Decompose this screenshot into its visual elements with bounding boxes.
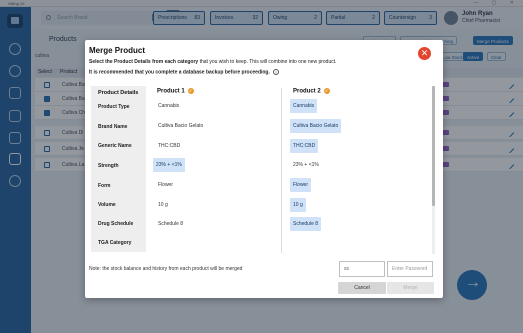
product-type-label: Product Type bbox=[98, 104, 130, 110]
product-2-schedule-option[interactable]: Schedule 8 bbox=[290, 217, 322, 231]
brand-name-label: Brand Name bbox=[98, 124, 128, 130]
volume-label: Volume bbox=[98, 202, 116, 208]
product-2-strength-option[interactable]: 23% + <1% bbox=[290, 158, 322, 172]
product-1-volume-option[interactable]: 10 g bbox=[155, 198, 171, 212]
product-1-generic-option[interactable]: THC:CBD bbox=[155, 139, 183, 153]
password-input[interactable]: Enter Password bbox=[387, 261, 433, 277]
scrollbar-thumb[interactable] bbox=[432, 86, 435, 206]
close-icon: ✕ bbox=[420, 48, 429, 58]
product-2-volume-option[interactable]: 10 g bbox=[290, 198, 306, 212]
product-2-tga-option[interactable] bbox=[290, 237, 296, 251]
product-1-schedule-option[interactable]: Schedule 8 bbox=[155, 217, 186, 231]
strength-label: Strength bbox=[98, 163, 119, 169]
product-2-generic-option[interactable]: THC:CBD bbox=[290, 139, 319, 153]
product-1-tga-option[interactable] bbox=[155, 237, 161, 251]
product-1-header: Product 1 ✓ bbox=[157, 88, 194, 95]
product-1-badge-icon: ✓ bbox=[187, 88, 194, 94]
cancel-button[interactable]: Cancel bbox=[338, 282, 386, 294]
backup-recommendation: It is recommended that you complete a da… bbox=[89, 69, 279, 76]
product-2-type-option[interactable]: Cannabis bbox=[290, 99, 318, 113]
info-icon[interactable]: ? bbox=[272, 69, 279, 75]
product-1-type-option[interactable]: Cannabis bbox=[155, 99, 182, 113]
drug-schedule-label: Drug Schedule bbox=[98, 221, 134, 227]
product-1-brand-option[interactable]: Cultiva Bacio Gelato bbox=[155, 119, 206, 133]
product-1-strength-option[interactable]: 23% + <1% bbox=[153, 158, 185, 172]
product-details-header: Product Details bbox=[98, 90, 139, 96]
close-button[interactable]: ✕ bbox=[418, 47, 431, 60]
merge-button[interactable]: Merge bbox=[387, 282, 434, 294]
column-divider bbox=[281, 88, 282, 253]
dialog-title: Merge Product bbox=[89, 46, 146, 55]
pin-input[interactable]: ss bbox=[339, 261, 385, 277]
merge-note: Note: the stock balance and history from… bbox=[89, 266, 243, 272]
product-2-brand-option[interactable]: Cultiva Bacio Gelato bbox=[290, 119, 342, 133]
details-column bbox=[91, 86, 146, 252]
merge-product-dialog: Merge Product ✕ Select the Product Detai… bbox=[85, 40, 443, 298]
product-2-header: Product 2 ✓ bbox=[293, 88, 330, 95]
generic-name-label: Generic Name bbox=[98, 143, 132, 149]
tga-category-label: TGA Category bbox=[98, 240, 132, 246]
product-1-form-option[interactable]: Flower bbox=[155, 178, 176, 192]
product-2-form-option[interactable]: Flower bbox=[290, 178, 312, 192]
dialog-description: Select the Product Details from each cat… bbox=[89, 59, 337, 65]
form-label: Form bbox=[98, 183, 111, 189]
product-2-badge-icon: ✓ bbox=[323, 88, 330, 94]
